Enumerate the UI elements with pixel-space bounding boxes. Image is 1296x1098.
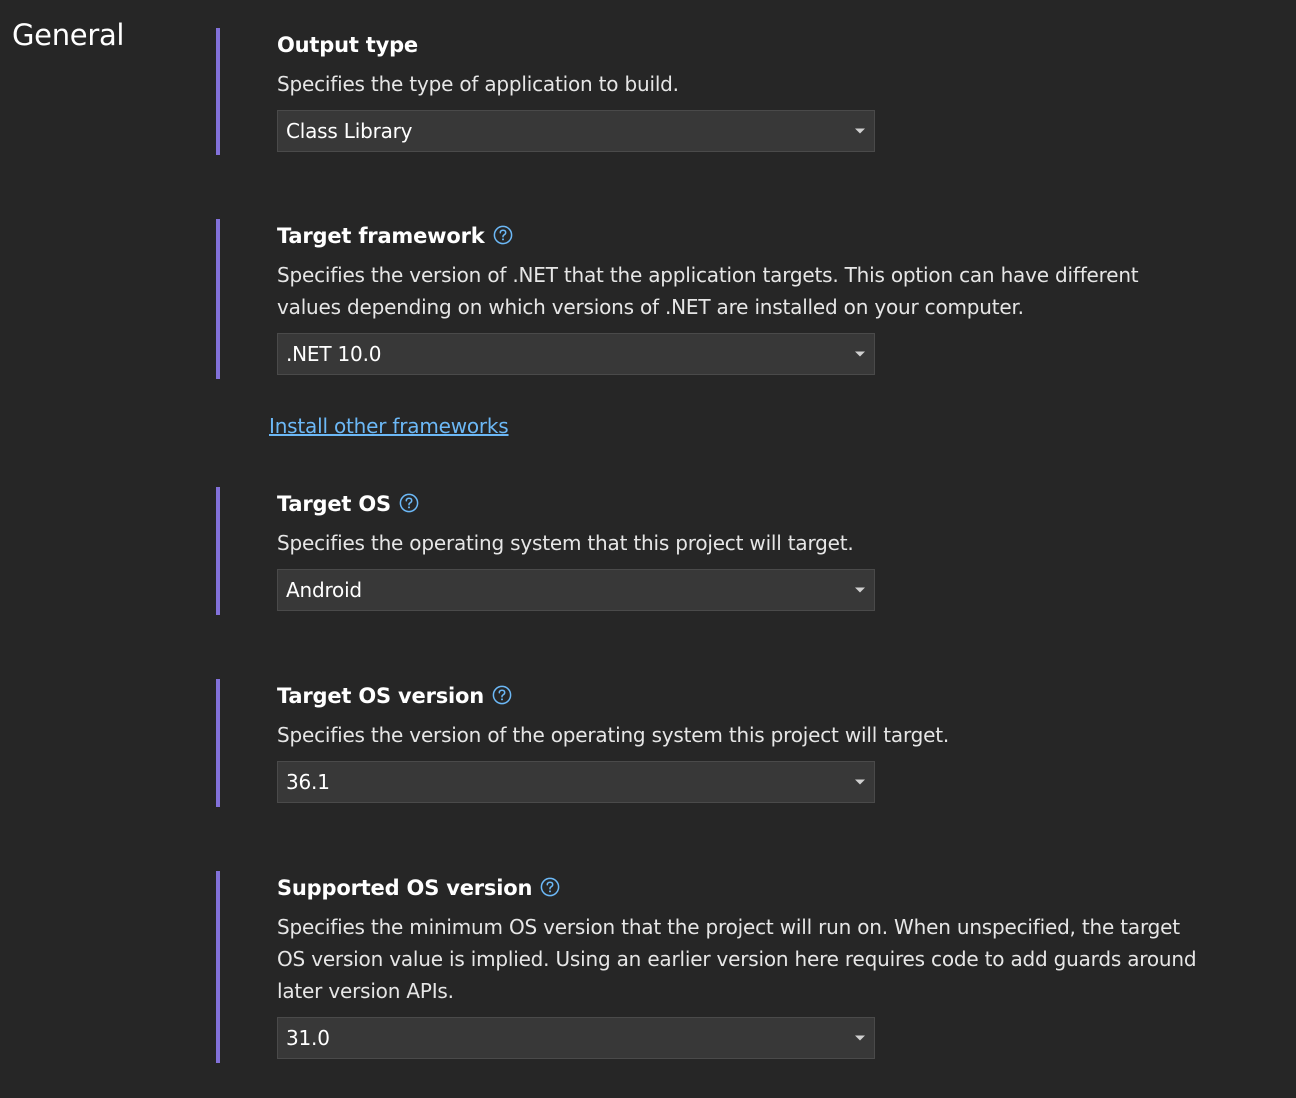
setting-target-os-version: Target OS version Specifies the version … bbox=[216, 679, 1286, 807]
section-accent-bar bbox=[216, 219, 220, 379]
target-os-dropdown[interactable]: Android bbox=[277, 569, 875, 611]
supported-os-version-title: Supported OS version bbox=[277, 876, 533, 900]
section-accent-bar bbox=[216, 871, 220, 1063]
project-properties-page: General Output type Specifies the type o… bbox=[0, 0, 1296, 1098]
target-os-version-title: Target OS version bbox=[277, 684, 485, 708]
setting-output-type: Output type Specifies the type of applic… bbox=[216, 28, 1286, 155]
description-line: Specifies the version of .NET that the a… bbox=[277, 263, 1139, 287]
setting-target-framework: Target framework Specifies the version o… bbox=[216, 219, 1286, 379]
target-os-version-description: Specifies the version of the operating s… bbox=[277, 723, 950, 747]
description-line: values depending on which versions of .N… bbox=[277, 295, 1024, 319]
section-accent-bar bbox=[216, 28, 220, 155]
setting-title: Supported OS version bbox=[277, 871, 1286, 905]
help-icon[interactable] bbox=[399, 493, 419, 513]
setting-supported-os-version: Supported OS version Specifies the minim… bbox=[216, 871, 1286, 1063]
help-icon[interactable] bbox=[540, 877, 560, 897]
caret-down-icon bbox=[854, 584, 866, 596]
dropdown-value: Android bbox=[286, 578, 362, 602]
output-type-description: Specifies the type of application to bui… bbox=[277, 72, 679, 96]
setting-target-os: Target OS Specifies the operating system… bbox=[216, 487, 1286, 615]
target-framework-description: Specifies the version of .NET that the a… bbox=[277, 259, 1286, 323]
caret-down-icon bbox=[854, 776, 866, 788]
target-os-title: Target OS bbox=[277, 492, 391, 516]
output-type-dropdown[interactable]: Class Library bbox=[277, 110, 875, 152]
dropdown-value: 36.1 bbox=[286, 770, 330, 794]
section-accent-bar bbox=[216, 487, 220, 615]
setting-title: Target OS version bbox=[277, 679, 1286, 713]
dropdown-value: .NET 10.0 bbox=[286, 342, 382, 366]
target-framework-dropdown[interactable]: .NET 10.0 bbox=[277, 333, 875, 375]
description-line: later version APIs. bbox=[277, 979, 454, 1003]
dropdown-value: Class Library bbox=[286, 119, 413, 143]
description-line: OS version value is implied. Using an ea… bbox=[277, 947, 1197, 971]
target-os-description: Specifies the operating system that this… bbox=[277, 531, 854, 555]
target-framework-title: Target framework bbox=[277, 224, 485, 248]
setting-title: Target framework bbox=[277, 219, 1286, 253]
caret-down-icon bbox=[854, 125, 866, 137]
dropdown-value: 31.0 bbox=[286, 1026, 330, 1050]
caret-down-icon bbox=[854, 348, 866, 360]
caret-down-icon bbox=[854, 1032, 866, 1044]
nav-section-title: General bbox=[12, 18, 125, 52]
help-icon[interactable] bbox=[492, 685, 512, 705]
section-accent-bar bbox=[216, 679, 220, 807]
setting-title: Output type bbox=[277, 28, 1286, 62]
help-icon[interactable] bbox=[493, 225, 513, 245]
target-os-version-dropdown[interactable]: 36.1 bbox=[277, 761, 875, 803]
supported-os-version-dropdown[interactable]: 31.0 bbox=[277, 1017, 875, 1059]
install-other-frameworks-link[interactable]: Install other frameworks bbox=[269, 414, 509, 438]
setting-title: Target OS bbox=[277, 487, 1286, 521]
output-type-title: Output type bbox=[277, 33, 418, 57]
supported-os-version-description: Specifies the minimum OS version that th… bbox=[277, 911, 1286, 1007]
description-line: Specifies the minimum OS version that th… bbox=[277, 915, 1180, 939]
